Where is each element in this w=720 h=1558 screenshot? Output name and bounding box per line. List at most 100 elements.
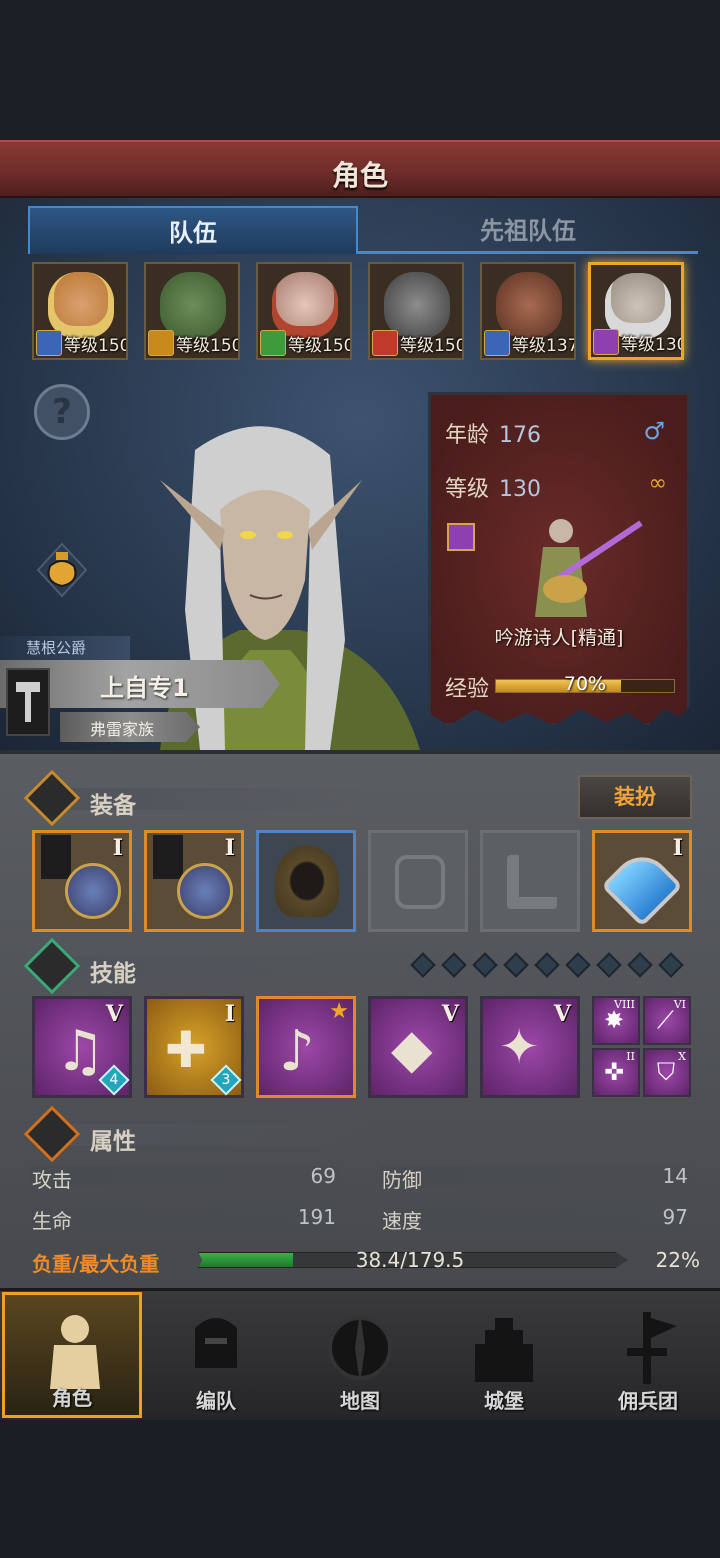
level-row: 等级 130: [445, 471, 541, 503]
tier-label: II: [626, 1050, 635, 1063]
equip-slot-boots[interactable]: [480, 830, 580, 932]
nav-castle[interactable]: 城堡: [434, 1292, 574, 1418]
heart-amulet-icon: [600, 844, 684, 928]
attack-value: 69: [310, 1164, 336, 1188]
job-title: 吟游诗人[精通]: [494, 627, 624, 649]
hero-card-1[interactable]: 等级150: [32, 262, 128, 360]
exp-label: 经验: [445, 677, 490, 702]
skill-song[interactable]: ♫ V 4: [32, 996, 132, 1098]
lute-icon: [65, 863, 121, 919]
helmet-icon: [195, 1318, 237, 1368]
spear-icon: ⟋: [657, 1006, 674, 1034]
male-icon: ♂: [643, 417, 665, 445]
exp-bar: 70%: [495, 673, 675, 695]
attack-label: 攻击: [32, 1168, 72, 1192]
skill-target[interactable]: ✜ II: [592, 1048, 640, 1097]
compass-icon: [328, 1312, 392, 1384]
hero-card-2[interactable]: 等级150: [144, 262, 240, 360]
crystal-hand-icon: ◆: [391, 1017, 433, 1080]
nav-label: 角色: [52, 1386, 92, 1410]
skill-crystal-hand[interactable]: ◆ V: [368, 996, 468, 1098]
hero-portrait: [496, 272, 562, 338]
hammer-banner-icon: [41, 835, 71, 879]
nav-label: 城堡: [484, 1389, 524, 1413]
defense-label: 防御: [382, 1168, 422, 1192]
tier-label: V: [441, 1001, 459, 1027]
potion-icon[interactable]: [34, 542, 90, 598]
tier-label: X: [678, 1050, 686, 1063]
load-percent: 22%: [655, 1248, 700, 1272]
equip-slot-armor[interactable]: [368, 830, 468, 932]
hero-level: 等级150: [64, 336, 128, 356]
skill-heal-shield[interactable]: ✚ I 3: [144, 996, 244, 1098]
tier-label: I: [224, 835, 235, 861]
load-bar-fill: [199, 1253, 294, 1267]
skill-crystal-song[interactable]: ♪ ★: [256, 996, 356, 1098]
tier-label: VIII: [614, 998, 635, 1011]
question-icon: ?: [52, 392, 72, 432]
hammer-banner-icon: [153, 835, 183, 879]
hero-level: 等级150: [288, 336, 352, 356]
hero-portrait: [160, 272, 226, 338]
skill-burst[interactable]: ✸ VIII: [592, 996, 640, 1045]
hero-level: 等级150: [400, 336, 464, 356]
skill-guard[interactable]: ⛉ X: [643, 1048, 691, 1097]
tier-label: I: [672, 835, 683, 861]
hero-card-4[interactable]: 等级150: [368, 262, 464, 360]
family-name: 弗雷家族: [90, 720, 155, 739]
nav-formation[interactable]: 编队: [146, 1292, 286, 1418]
skill-spear[interactable]: ⟋ VI: [643, 996, 691, 1045]
hood-icon: [275, 845, 339, 917]
speed-value: 97: [662, 1205, 688, 1229]
hero-portrait: [384, 272, 450, 338]
age-value: 176: [499, 423, 542, 448]
tier-label: VI: [673, 998, 686, 1011]
equip-slot-weapon-1[interactable]: I: [32, 830, 132, 932]
hero-card-6-selected[interactable]: 等级130: [588, 262, 684, 360]
help-button[interactable]: ?: [34, 384, 90, 440]
nav-mercenary[interactable]: 佣兵团: [578, 1292, 718, 1418]
load-label: 负重/最大负重: [32, 1252, 160, 1276]
boots-icon: [507, 855, 557, 909]
hero-level: 等级150: [176, 336, 240, 356]
skill-count-badge: 3: [210, 1064, 242, 1096]
star-icon: ★: [329, 999, 349, 1024]
castle-icon: [475, 1318, 533, 1382]
hero-card-5[interactable]: 等级137: [480, 262, 576, 360]
knight-icon: [50, 1315, 100, 1389]
bard-figure-icon: [535, 519, 643, 617]
hp-value: 191: [297, 1205, 336, 1229]
skill-group-heal[interactable]: ✦ V: [480, 996, 580, 1098]
hero-level: 等级130: [621, 335, 684, 355]
nav-character[interactable]: 角色: [2, 1292, 142, 1418]
level-value: 130: [499, 477, 542, 502]
character-name: 上自专1: [100, 674, 189, 702]
nav-map[interactable]: 地图: [290, 1292, 430, 1418]
title-tag: 慧根公爵: [0, 636, 130, 660]
equipment-title: 装备: [90, 793, 136, 819]
load-value: 38.4/179.5: [355, 1248, 465, 1272]
group-heal-icon: ✦: [499, 1019, 540, 1075]
equip-slot-head[interactable]: [256, 830, 356, 932]
defense-value: 14: [662, 1164, 688, 1188]
tier-label: I: [224, 1001, 235, 1027]
hero-card-3[interactable]: 等级150: [256, 262, 352, 360]
rings-icon[interactable]: ∞: [649, 471, 667, 496]
tier-label: V: [105, 1001, 123, 1027]
equip-slot-weapon-2[interactable]: I: [144, 830, 244, 932]
tab-ancestor-team[interactable]: 先祖队伍: [358, 206, 698, 254]
staff-icon: [447, 523, 475, 551]
tab-team[interactable]: 队伍: [28, 206, 358, 254]
age-label: 年龄: [445, 423, 490, 448]
equip-slot-amulet[interactable]: I: [592, 830, 692, 932]
target-icon: ✜: [604, 1058, 625, 1086]
speed-label: 速度: [382, 1209, 422, 1233]
age-row: 年龄 176: [445, 417, 541, 449]
exp-percent: 70%: [563, 673, 607, 695]
dress-up-button[interactable]: 装扮: [578, 775, 692, 819]
hero-portrait: [48, 272, 114, 338]
nav-label: 地图: [340, 1389, 380, 1413]
top-blank-area: [0, 0, 720, 140]
bottom-blank-area: [0, 1420, 720, 1558]
tier-label: I: [112, 835, 123, 861]
